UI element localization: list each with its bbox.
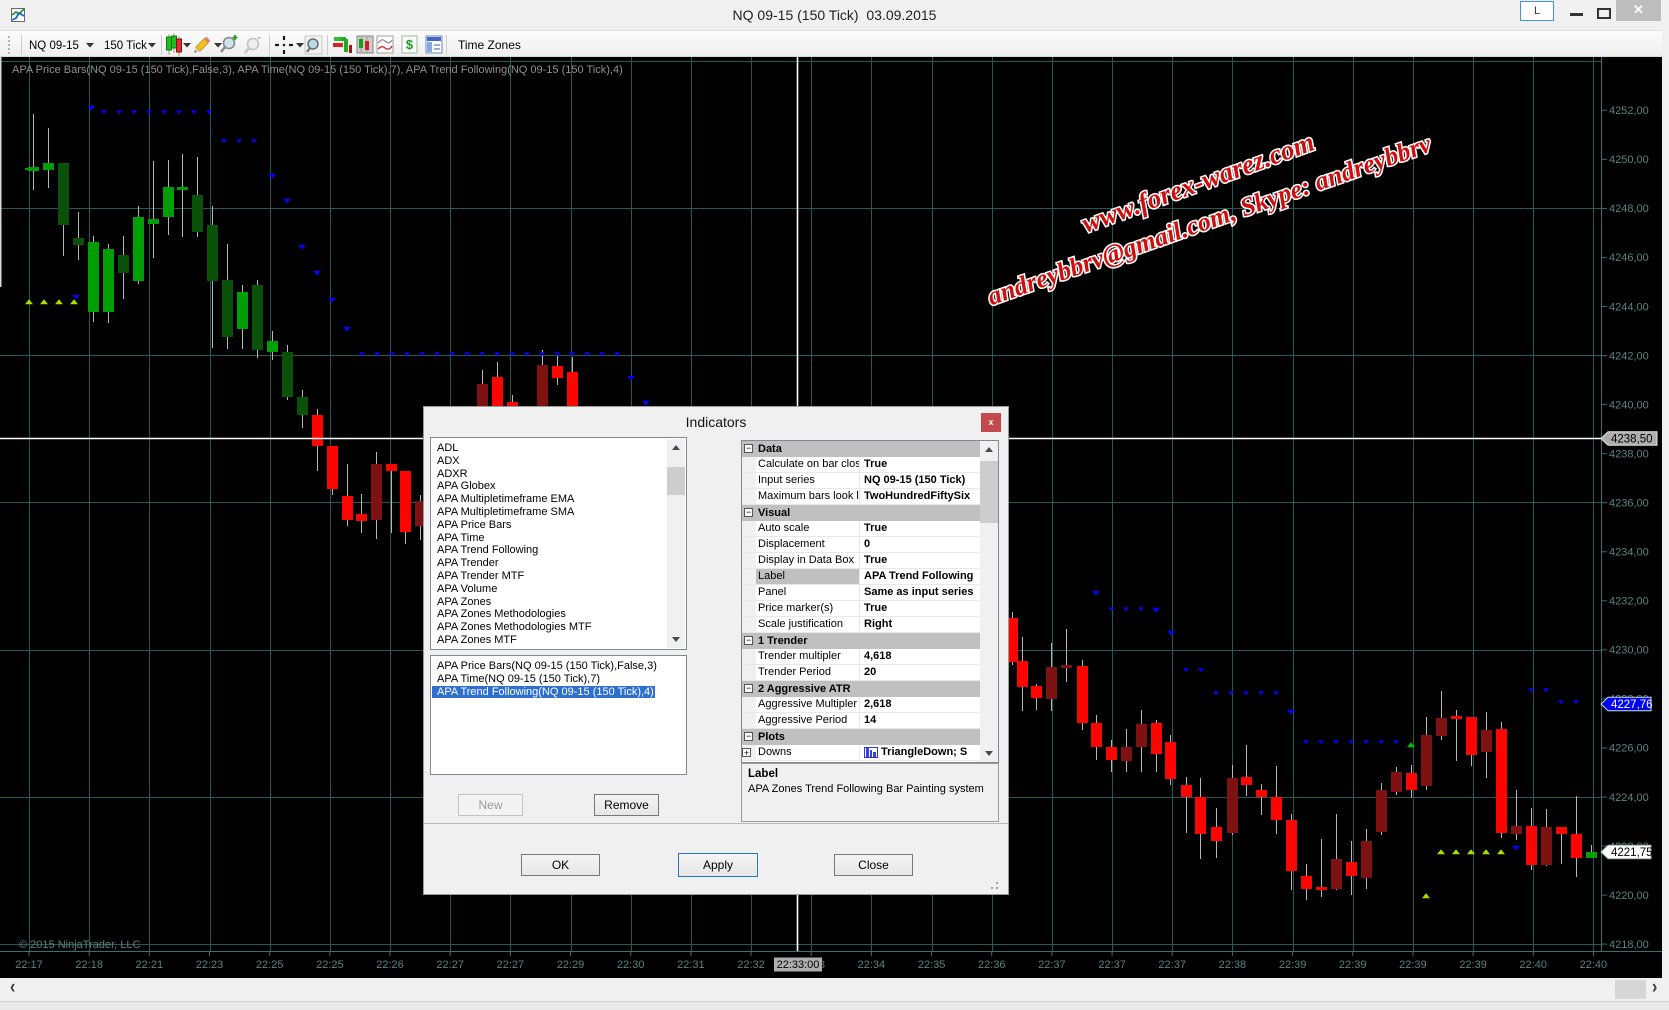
svg-text:4252,00: 4252,00 (1609, 105, 1649, 117)
svg-text:4246,00: 4246,00 (1609, 252, 1649, 264)
svg-text:APA Price Bars(NQ 09-15 (150 T: APA Price Bars(NQ 09-15 (150 Tick),False… (12, 64, 623, 76)
svg-text:4227,76: 4227,76 (1611, 699, 1653, 711)
svg-text:Time Zones: Time Zones (458, 38, 521, 52)
svg-text:22:37: 22:37 (1098, 959, 1126, 971)
svg-text:22:27: 22:27 (497, 959, 525, 971)
svg-text:22:40: 22:40 (1580, 959, 1608, 971)
svg-text:4230,00: 4230,00 (1609, 645, 1649, 657)
svg-text:$: $ (406, 37, 414, 52)
svg-text:22:33:00: 22:33:00 (777, 959, 820, 971)
svg-text:4236,00: 4236,00 (1609, 498, 1649, 510)
svg-text:© 2015 NinjaTrader, LLC: © 2015 NinjaTrader, LLC (19, 939, 140, 951)
svg-text:22:25: 22:25 (316, 959, 344, 971)
svg-text:22:30: 22:30 (617, 959, 645, 971)
svg-text:4238,50: 4238,50 (1611, 433, 1653, 445)
svg-text:22:23: 22:23 (196, 959, 224, 971)
svg-text:22:27: 22:27 (436, 959, 464, 971)
svg-text:22:17: 22:17 (15, 959, 43, 971)
svg-text:22:36: 22:36 (978, 959, 1006, 971)
svg-text:4220,00: 4220,00 (1609, 890, 1649, 902)
svg-text:22:26: 22:26 (376, 959, 404, 971)
svg-text:22:39: 22:39 (1279, 959, 1307, 971)
svg-text:NQ 09-15: NQ 09-15 (29, 40, 79, 52)
svg-text:22:31: 22:31 (677, 959, 705, 971)
svg-text:4250,00: 4250,00 (1609, 154, 1649, 166)
svg-text:22:21: 22:21 (136, 959, 164, 971)
svg-text:4218,00: 4218,00 (1609, 939, 1649, 951)
svg-text:22:37: 22:37 (1158, 959, 1186, 971)
svg-text:4248,00: 4248,00 (1609, 203, 1649, 215)
svg-text:4240,00: 4240,00 (1609, 399, 1649, 411)
svg-text:22:38: 22:38 (1219, 959, 1247, 971)
svg-text:22:39: 22:39 (1459, 959, 1487, 971)
svg-text:4232,00: 4232,00 (1609, 596, 1649, 608)
svg-text:4244,00: 4244,00 (1609, 301, 1649, 313)
svg-text:22:34: 22:34 (858, 959, 886, 971)
svg-text:4234,00: 4234,00 (1609, 547, 1649, 559)
svg-text:4226,00: 4226,00 (1609, 743, 1649, 755)
svg-text:22:18: 22:18 (75, 959, 103, 971)
svg-text:22:29: 22:29 (557, 959, 585, 971)
svg-text:4221,75: 4221,75 (1611, 847, 1653, 859)
svg-text:4242,00: 4242,00 (1609, 350, 1649, 362)
svg-text:22:35: 22:35 (918, 959, 946, 971)
svg-text:4224,00: 4224,00 (1609, 792, 1649, 804)
svg-text:22:40: 22:40 (1519, 959, 1547, 971)
svg-text:150 Tick: 150 Tick (104, 40, 147, 52)
svg-text:22:39: 22:39 (1399, 959, 1427, 971)
svg-text:22:39: 22:39 (1339, 959, 1367, 971)
svg-text:22:37: 22:37 (1038, 959, 1066, 971)
svg-text:22:32: 22:32 (737, 959, 765, 971)
svg-text:4238,00: 4238,00 (1609, 448, 1649, 460)
svg-text:22:25: 22:25 (256, 959, 284, 971)
